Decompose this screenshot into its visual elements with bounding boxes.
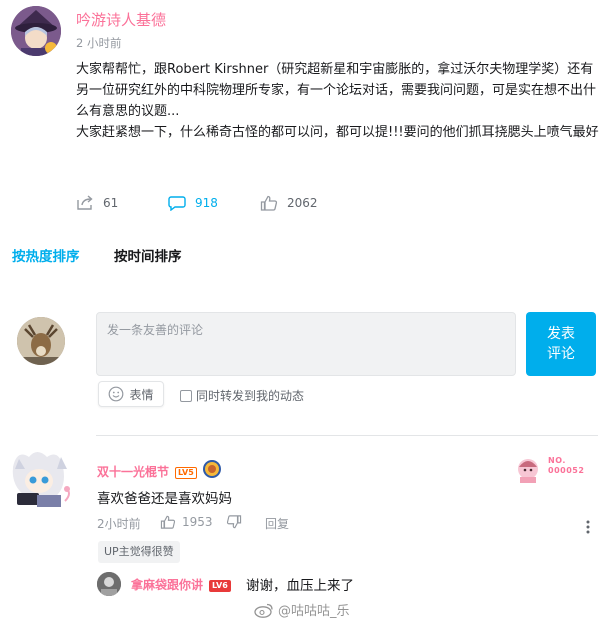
repost-count: 61 [103, 196, 119, 210]
post-paragraph: 大家赶紧想一下，什么稀奇古怪的都可以问，都可以提!!!要问的他们抓耳挠腮头上喷气… [76, 125, 599, 140]
comment-input[interactable]: 发一条友善的评论 [96, 312, 516, 376]
reply-user[interactable]: 拿麻袋跟你讲 LV6 [131, 576, 231, 593]
forward-checkbox[interactable] [180, 389, 192, 402]
up-liked-badge: UP主觉得很赞 [98, 541, 180, 563]
like-button[interactable]: 2062 [260, 193, 318, 213]
forward-to-dynamic-toggle[interactable]: 同时转发到我的动态 [180, 387, 304, 404]
reply-text: 谢谢，血压上来了 [246, 578, 354, 594]
author-name[interactable]: 吟游诗人基德 [76, 9, 166, 30]
comment-button[interactable]: 918 [168, 193, 218, 213]
commenter-avatar[interactable] [7, 447, 77, 511]
tab-sort-time[interactable]: 按时间排序 [114, 245, 182, 265]
comment-dislike-button[interactable] [226, 515, 242, 529]
comment-reply-button[interactable]: 回复 [265, 515, 289, 532]
weibo-watermark: @咕咕咕_乐 [254, 600, 350, 619]
level-badge: LV5 [175, 467, 197, 479]
post-paragraph: 大家帮帮忙，跟Robert Kirshner（研究超新星和宇宙膨胀的，拿过沃尔夫… [76, 62, 597, 119]
author-avatar[interactable] [11, 6, 61, 56]
forward-label: 同时转发到我的动态 [196, 389, 305, 403]
fan-card-prefix: NO. [548, 456, 566, 465]
my-avatar [17, 317, 65, 365]
submit-comment-button[interactable]: 发表 评论 [526, 312, 596, 376]
like-count: 2062 [287, 196, 318, 210]
reply-level-badge: LV6 [209, 580, 231, 592]
submit-label-line2: 评论 [547, 346, 575, 362]
repost-button[interactable]: 61 [76, 193, 118, 213]
more-options-icon[interactable] [582, 518, 594, 536]
post-content: 大家帮帮忙，跟Robert Kirshner（研究超新星和宇宙膨胀的，拿过沃尔夫… [76, 59, 604, 143]
repost-icon [77, 195, 93, 210]
comment-like-button[interactable]: 1953 [160, 515, 213, 529]
thumbs-up-icon [260, 195, 278, 211]
thumbs-up-icon [160, 515, 176, 529]
comment-icon [168, 196, 186, 211]
reply-username[interactable]: 拿麻袋跟你讲 [131, 578, 203, 592]
comment-like-count: 1953 [182, 515, 213, 529]
commenter-name[interactable]: 双十一光棍节 LV5 [97, 463, 197, 480]
comment-count: 918 [195, 196, 218, 210]
thumbs-down-icon [226, 515, 242, 529]
fan-medal-icon [202, 459, 222, 479]
emoji-label: 表情 [129, 387, 154, 402]
smiley-icon [109, 386, 124, 402]
divider [96, 435, 598, 436]
emoji-button[interactable]: 表情 [98, 381, 164, 407]
commenter-username[interactable]: 双十一光棍节 [97, 465, 169, 479]
fan-card-number: NO. 000052 [548, 456, 584, 476]
post-timestamp: 2 小时前 [76, 36, 122, 50]
comment-input-placeholder: 发一条友善的评论 [107, 323, 204, 337]
fan-card-code: 000052 [548, 466, 585, 475]
comment-time: 2小时前 [97, 517, 141, 531]
comment-text: 喜欢爸爸还是喜欢妈妈 [97, 491, 232, 507]
reply-avatar[interactable] [97, 572, 121, 596]
submit-label-line1: 发表 [547, 326, 575, 342]
watermark-text: @咕咕咕_乐 [278, 604, 350, 619]
tab-sort-hot[interactable]: 按热度排序 [12, 245, 80, 265]
weibo-icon [254, 603, 273, 618]
